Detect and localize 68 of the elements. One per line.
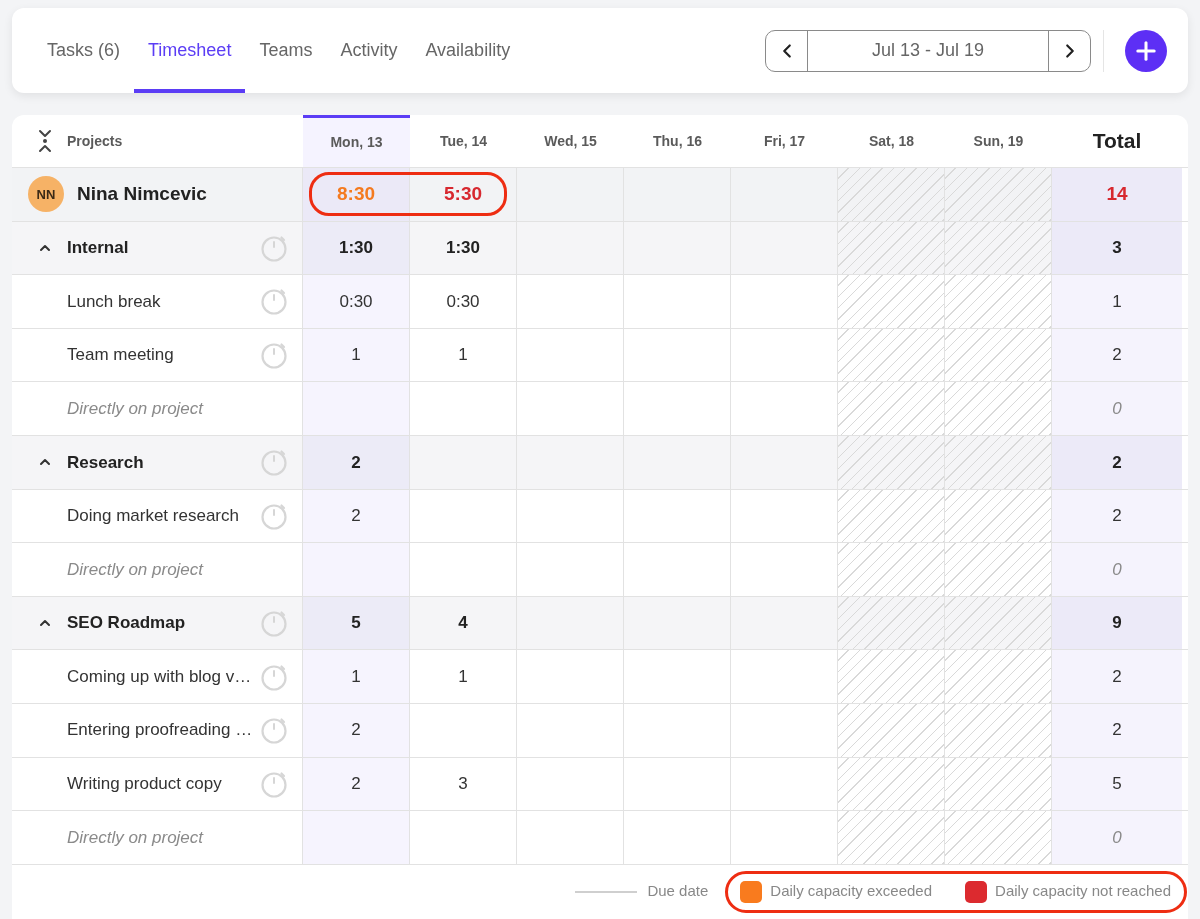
direct-entry-label: Directly on project <box>67 397 205 420</box>
task-name: Team meeting <box>67 344 175 367</box>
total-cell: 0 <box>1052 543 1182 596</box>
hours-cell: 5 <box>303 596 410 650</box>
stopwatch-icon[interactable] <box>260 662 288 691</box>
person-name: Nina Nimcevic <box>77 182 207 207</box>
legend-label: Daily capacity not reached <box>995 881 1171 902</box>
tab[interactable]: Teams <box>245 8 327 93</box>
legend-label: Daily capacity exceeded <box>770 881 933 902</box>
day-header: Sat, 18 <box>867 131 916 151</box>
stopwatch-icon[interactable] <box>260 448 288 477</box>
direct-entry-label: Directly on project <box>67 826 205 849</box>
tab[interactable]: Availability <box>411 8 525 93</box>
task-name: Writing product copy <box>67 773 223 796</box>
stopwatch-icon[interactable] <box>260 341 288 370</box>
hours-cell: 4 <box>410 596 517 650</box>
hours-cell: 1 <box>303 328 410 382</box>
hours-cell: 1 <box>303 650 410 703</box>
stopwatch-icon[interactable] <box>260 287 288 316</box>
stopwatch-icon[interactable] <box>260 609 288 638</box>
collapse-all-icon[interactable] <box>37 128 53 154</box>
tab[interactable]: Activity <box>326 8 412 93</box>
total-cell: 14 <box>1052 168 1182 221</box>
total-cell: 0 <box>1052 811 1182 864</box>
day-header: Thu, 16 <box>652 131 703 151</box>
direct-entry-label: Directly on project <box>67 558 205 581</box>
task-name: Coming up with blog v… <box>67 665 253 688</box>
total-header: Total <box>1091 128 1143 155</box>
hours-cell: 2 <box>303 435 410 489</box>
hours-cell: 2 <box>303 757 410 811</box>
hours-cell: 0:30 <box>303 275 410 328</box>
due-date-line-icon <box>575 890 638 893</box>
total-cell: 9 <box>1052 596 1182 650</box>
hours-cell: 2 <box>303 703 410 757</box>
stopwatch-icon[interactable] <box>260 501 288 530</box>
day-header: Tue, 14 <box>438 131 489 151</box>
project-name: Research <box>67 451 145 474</box>
total-cell: 2 <box>1052 650 1182 703</box>
tab[interactable]: Timesheet <box>134 8 246 93</box>
hours-cell: 1:30 <box>410 221 517 275</box>
total-cell: 2 <box>1052 489 1182 543</box>
day-header: Sun, 19 <box>972 131 1025 151</box>
total-cell: 2 <box>1052 328 1182 382</box>
total-cell: 0 <box>1052 382 1182 435</box>
add-button[interactable] <box>1125 29 1167 72</box>
day-header: Fri, 17 <box>762 131 807 151</box>
hours-cell: 1:30 <box>303 221 410 275</box>
project-name: SEO Roadmap <box>67 612 187 635</box>
avatar: NN <box>28 176 64 213</box>
hours-cell: 2 <box>303 489 410 543</box>
task-name: Entering proofreading … <box>67 719 254 742</box>
day-header: Wed, 15 <box>543 131 598 151</box>
task-name: Lunch break <box>67 290 162 313</box>
column-header: Projects <box>67 131 123 151</box>
stopwatch-icon[interactable] <box>260 769 288 798</box>
date-range[interactable]: Jul 13 - Jul 19 <box>808 30 1048 71</box>
project-name: Internal <box>67 237 130 260</box>
stopwatch-icon[interactable] <box>260 716 288 745</box>
legend-label: Due date <box>647 881 709 902</box>
task-name: Doing market research <box>67 505 240 528</box>
total-cell: 1 <box>1052 275 1182 328</box>
day-header: Mon, 13 <box>303 115 410 167</box>
stopwatch-icon[interactable] <box>260 233 288 262</box>
total-cell: 2 <box>1052 435 1182 489</box>
tab[interactable]: Tasks (6) <box>33 8 134 93</box>
total-cell: 5 <box>1052 757 1182 811</box>
total-cell: 3 <box>1052 221 1182 275</box>
total-cell: 2 <box>1052 703 1182 757</box>
